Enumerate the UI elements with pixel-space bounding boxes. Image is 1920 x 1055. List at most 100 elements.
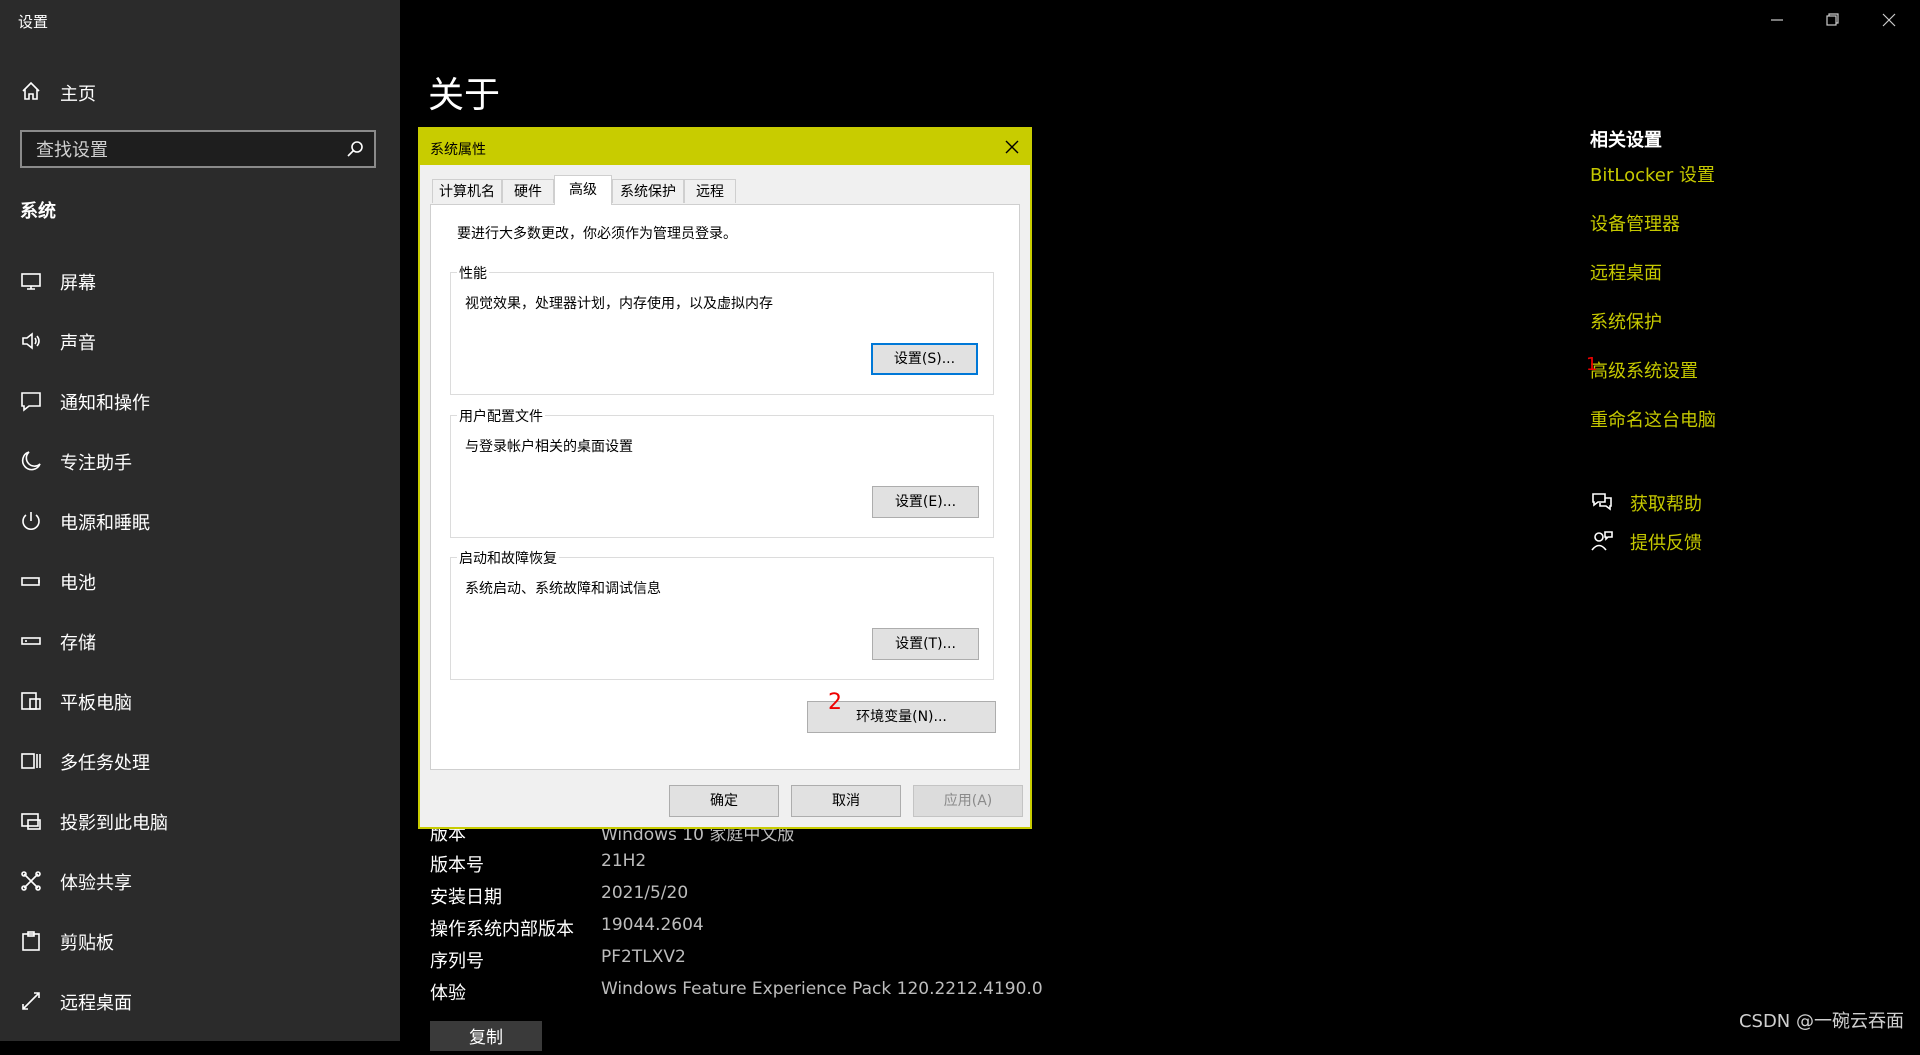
- link-advanced-system-settings[interactable]: 高级系统设置: [1590, 357, 1698, 383]
- remote-icon: [22, 992, 40, 1010]
- page-title: 关于: [428, 75, 501, 116]
- tab-system-protection[interactable]: 系统保护: [612, 179, 684, 203]
- section-title: 系统: [20, 201, 56, 222]
- sidebar-item-remote-desktop[interactable]: 远程桌面: [0, 978, 400, 1024]
- display-icon: [21, 273, 41, 290]
- sidebar-item-clipboard[interactable]: 剪贴板: [0, 918, 400, 964]
- group-description: 视觉效果，处理器计划，内存使用，以及虚拟内存: [465, 296, 773, 312]
- spec-value: Windows Feature Experience Pack 120.2212…: [601, 979, 1043, 999]
- spec-label: 体验: [430, 983, 466, 1004]
- sidebar-item-sound[interactable]: 声音: [0, 318, 400, 364]
- sidebar-item-label: 平板电脑: [60, 693, 132, 714]
- feedback-link[interactable]: 提供反馈: [1590, 527, 1790, 557]
- apply-button[interactable]: 应用(A): [913, 785, 1023, 817]
- link-system-protection[interactable]: 系统保护: [1590, 308, 1662, 334]
- sidebar-item-label: 专注助手: [60, 453, 132, 474]
- performance-settings-button[interactable]: 设置(S)...: [871, 343, 978, 375]
- spec-label: 安装日期: [430, 887, 502, 908]
- project-icon: [21, 813, 41, 830]
- multitask-icon: [21, 753, 41, 769]
- tab-computer-name[interactable]: 计算机名: [432, 179, 502, 203]
- spec-value: PF2TLXV2: [601, 947, 686, 967]
- spec-label: 版本号: [430, 855, 484, 876]
- link-remote-desktop[interactable]: 远程桌面: [1590, 259, 1662, 285]
- speaker-icon: [22, 332, 40, 350]
- home-icon: [22, 81, 40, 100]
- close-icon: [1882, 13, 1896, 27]
- dialog-close-button[interactable]: [1004, 139, 1020, 155]
- sidebar-item-shared-experiences[interactable]: 体验共享: [0, 858, 400, 904]
- sidebar: 设置 主页 系统 屏幕 声音 通知和操作 专注助手 电源和睡眠 电池 存储: [0, 0, 400, 1041]
- spec-value: 2021/5/20: [601, 883, 689, 903]
- group-user-profiles: 用户配置文件 与登录帐户相关的桌面设置 设置(E)...: [450, 406, 994, 538]
- link-bitlocker[interactable]: BitLocker 设置: [1590, 161, 1715, 187]
- user-profiles-settings-button[interactable]: 设置(E)...: [872, 486, 979, 518]
- sidebar-item-power[interactable]: 电源和睡眠: [0, 498, 400, 544]
- minimize-icon: [1771, 19, 1783, 21]
- sidebar-item-focus-assist[interactable]: 专注助手: [0, 438, 400, 484]
- cancel-button[interactable]: 取消: [791, 785, 901, 817]
- battery-icon: [21, 577, 40, 586]
- related-settings-title: 相关设置: [1590, 130, 1662, 151]
- group-description: 与登录帐户相关的桌面设置: [465, 439, 633, 455]
- sidebar-item-battery[interactable]: 电池: [0, 558, 400, 604]
- sidebar-item-label: 存储: [60, 633, 96, 654]
- sidebar-item-storage[interactable]: 存储: [0, 618, 400, 664]
- search-icon[interactable]: [346, 140, 364, 158]
- spec-label: 操作系统内部版本: [430, 919, 574, 940]
- sidebar-item-tablet[interactable]: 平板电脑: [0, 678, 400, 724]
- close-icon: [1005, 140, 1019, 154]
- sidebar-item-label: 屏幕: [60, 273, 96, 294]
- tab-advanced[interactable]: 高级: [554, 175, 612, 205]
- sidebar-item-label: 主页: [60, 84, 96, 105]
- group-performance: 性能 视觉效果，处理器计划，内存使用，以及虚拟内存 设置(S)...: [450, 263, 994, 395]
- search-box[interactable]: [20, 130, 376, 168]
- dialog-title: 系统属性: [430, 142, 486, 158]
- sidebar-item-label: 通知和操作: [60, 393, 150, 414]
- moon-icon: [21, 451, 41, 471]
- feedback-label: 提供反馈: [1630, 533, 1702, 554]
- tab-remote[interactable]: 远程: [684, 179, 736, 203]
- sidebar-item-home[interactable]: 主页: [0, 72, 400, 112]
- help-chat-icon: [1592, 493, 1612, 511]
- sidebar-item-projecting[interactable]: 投影到此电脑: [0, 798, 400, 844]
- clipboard-icon: [22, 931, 40, 951]
- sidebar-item-multitasking[interactable]: 多任务处理: [0, 738, 400, 784]
- notification-icon: [21, 392, 41, 412]
- ok-button[interactable]: 确定: [669, 785, 779, 817]
- sidebar-item-display[interactable]: 屏幕: [0, 258, 400, 304]
- group-title: 性能: [457, 263, 489, 283]
- sidebar-item-label: 电源和睡眠: [60, 513, 150, 534]
- link-device-manager[interactable]: 设备管理器: [1590, 210, 1680, 236]
- startup-recovery-settings-button[interactable]: 设置(T)...: [872, 628, 979, 660]
- system-properties-dialog: 系统属性 计算机名 硬件 高级 系统保护 远程 要进行大多数更改，你必须作为管理…: [418, 127, 1032, 829]
- storage-icon: [21, 637, 41, 645]
- get-help-link[interactable]: 获取帮助: [1590, 488, 1790, 518]
- spec-label: 序列号: [430, 951, 484, 972]
- sidebar-item-label: 多任务处理: [60, 753, 150, 774]
- close-window-button[interactable]: [1866, 8, 1912, 32]
- sidebar-item-label: 远程桌面: [60, 993, 132, 1014]
- annotation-mark: 1: [1586, 354, 1598, 375]
- link-rename-pc[interactable]: 重命名这台电脑: [1590, 406, 1716, 432]
- group-title: 启动和故障恢复: [457, 548, 559, 568]
- admin-note: 要进行大多数更改，你必须作为管理员登录。: [457, 226, 737, 242]
- minimize-button[interactable]: [1754, 8, 1800, 32]
- sidebar-item-label: 体验共享: [60, 873, 132, 894]
- power-icon: [22, 512, 40, 530]
- restore-button[interactable]: [1810, 8, 1856, 32]
- search-input[interactable]: [34, 138, 338, 162]
- group-title: 用户配置文件: [457, 406, 545, 426]
- sidebar-item-label: 投影到此电脑: [60, 813, 168, 834]
- dialog-titlebar[interactable]: 系统属性: [420, 129, 1030, 165]
- sidebar-item-label: 声音: [60, 333, 96, 354]
- watermark: CSDN @一碗云吞面: [1738, 1011, 1904, 1032]
- sidebar-item-notifications[interactable]: 通知和操作: [0, 378, 400, 424]
- copy-button[interactable]: 复制: [430, 1021, 542, 1051]
- group-description: 系统启动、系统故障和调试信息: [465, 581, 661, 597]
- tab-hardware[interactable]: 硬件: [502, 179, 554, 203]
- spec-value: 19044.2604: [601, 915, 704, 935]
- sidebar-item-label: 剪贴板: [60, 933, 114, 954]
- share-icon: [21, 871, 41, 891]
- spec-value: 21H2: [601, 851, 647, 871]
